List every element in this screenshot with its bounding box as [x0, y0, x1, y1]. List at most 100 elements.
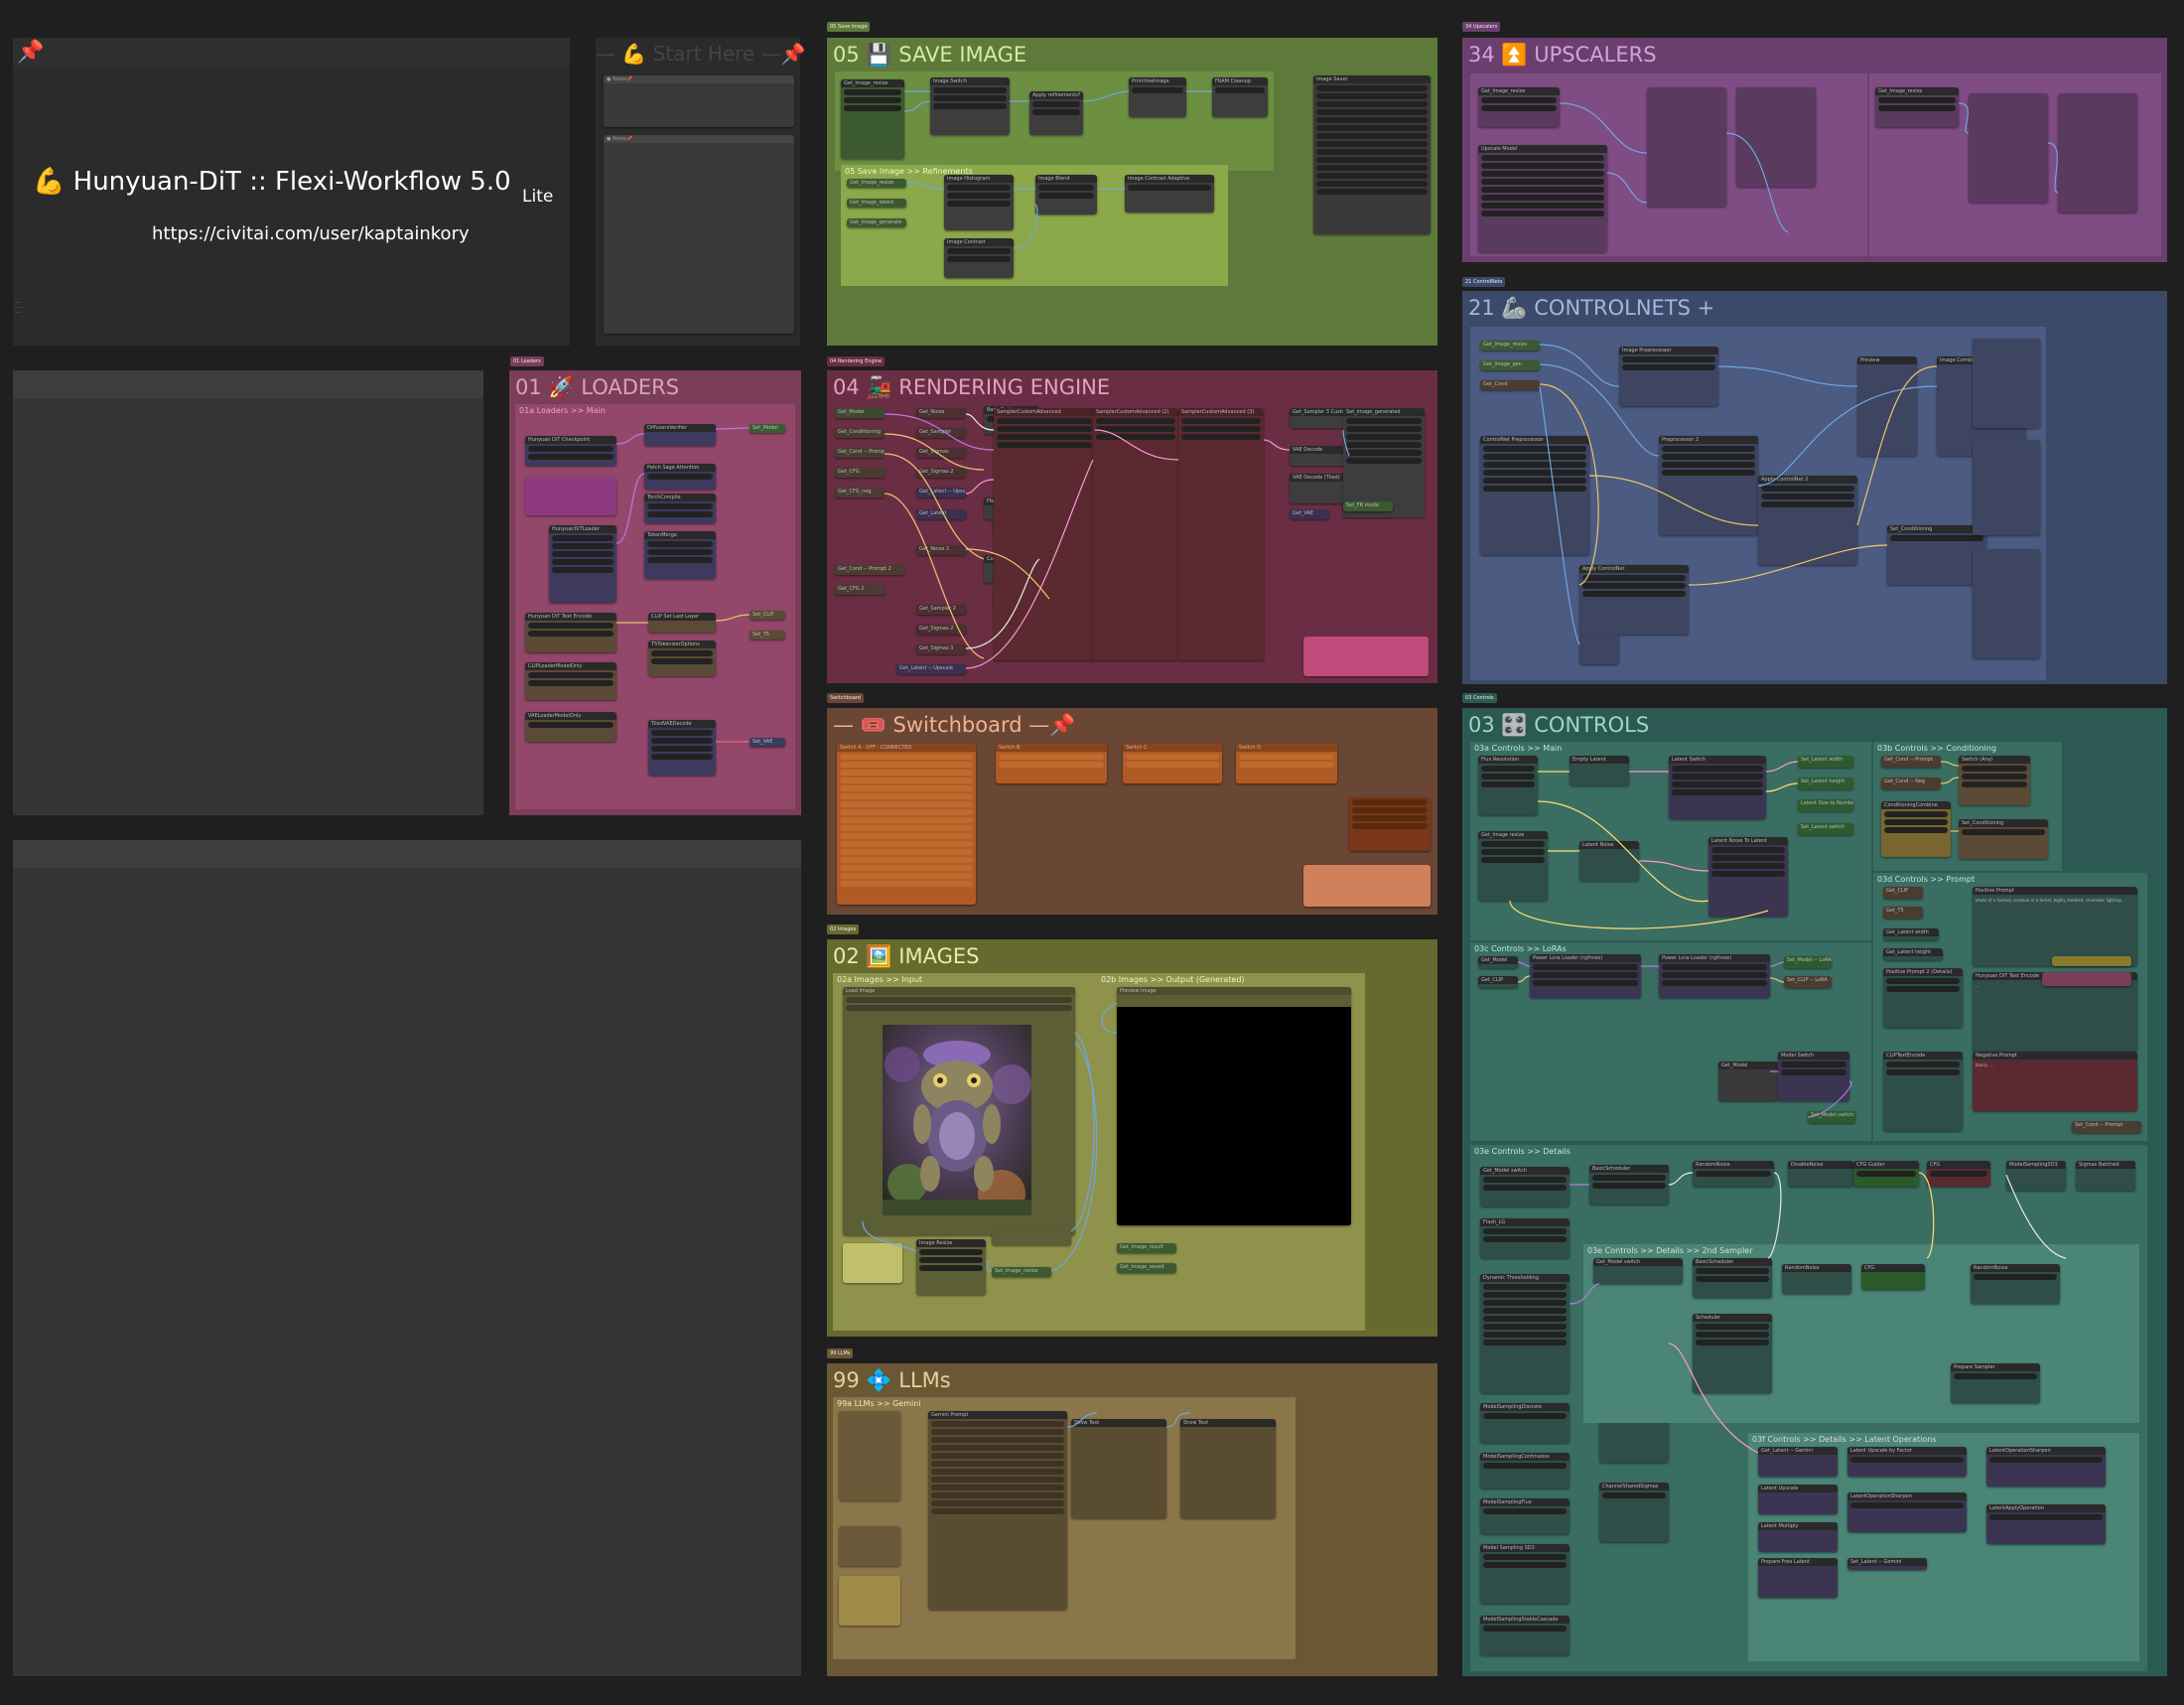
sampler-custom-advanced-2[interactable]: SamplerCustomAdvanced (2) [1093, 408, 1178, 660]
group-loaders[interactable]: 01 🚀 LOADERS 01a Loaders >> Main Hunyuan… [509, 370, 801, 815]
workflow-node[interactable] [839, 1411, 900, 1500]
group-upscalers[interactable]: 34 ⏫ UPSCALERS Get_Image_resize Upscale … [1462, 38, 2167, 262]
workflow-node[interactable] [1973, 549, 2040, 658]
set-t5-node[interactable]: Set_T5 [750, 631, 785, 639]
workflow-node[interactable]: Prepare Free Latent [1758, 1558, 1838, 1598]
workflow-node[interactable]: BasicScheduler [1589, 1165, 1669, 1205]
workflow-node[interactable]: Show Text [1071, 1419, 1166, 1518]
text-encode-node[interactable]: Hunyuan DiT Text Encode [525, 613, 616, 652]
workflow-node[interactable]: CFG Guider [1853, 1161, 1919, 1187]
checkpoint-loader-node[interactable]: Hunyuan DiT Checkpoint [525, 436, 616, 466]
workflow-node[interactable]: VAE Decode (Tiled) [1290, 474, 1349, 503]
workflow-node[interactable]: Image Histogram [944, 175, 1014, 230]
workflow-node[interactable]: VAE Decode [1290, 446, 1349, 466]
workflow-node[interactable]: RandomNoise [1693, 1161, 1774, 1187]
workflow-node[interactable] [1969, 93, 2048, 203]
workflow-node[interactable]: Get_Latent -- Gemini [1758, 1447, 1838, 1477]
workflow-node[interactable]: LatentOperationSharpen [1986, 1447, 2106, 1487]
workflow-node[interactable]: FRAM Cleanup [1212, 77, 1268, 117]
workflow-node[interactable]: Latent Upscale by Factor [1847, 1447, 1967, 1477]
workflow-node[interactable]: Image Blend [1035, 175, 1097, 214]
dtype-node[interactable]: Patch Sage Attention [644, 464, 716, 490]
preview-image-node[interactable]: Preview Image [1117, 987, 1351, 1225]
group-controlnets[interactable]: 21 🦾 CONTROLNETS + Get_Image_resize Get_… [1462, 291, 2167, 684]
workflow-node[interactable]: RandomNoise [1971, 1264, 2060, 1304]
workflow-node[interactable]: Get_CLIP [1478, 976, 1518, 988]
workflow-node[interactable] [843, 1243, 902, 1283]
switch-b-node[interactable]: Switch B [996, 744, 1107, 783]
workflow-node[interactable]: Get_Image_resize [841, 79, 904, 159]
set-clip-node[interactable]: Set_CLIP [750, 611, 785, 620]
workflow-node[interactable]: Sigmas Batched [2076, 1161, 2135, 1191]
group-save-image[interactable]: 05 💾 SAVE IMAGE Get_Image_resize Image S… [827, 38, 1437, 346]
sampler-custom-advanced-3[interactable]: SamplerCustomAdvanced (3) [1178, 408, 1264, 660]
switch-c-node[interactable]: Switch C [1123, 744, 1222, 783]
workflow-node[interactable]: Get_Noise [916, 408, 966, 418]
clip-loader-node[interactable]: CLIPLoaderModelOnly [525, 662, 616, 700]
workflow-node[interactable]: Set_Conditioning [1959, 819, 2048, 859]
gemini-node[interactable]: Gemini Prompt [928, 1411, 1067, 1610]
sampler-custom-advanced-1[interactable]: SamplerCustomAdvanced [994, 408, 1095, 660]
workflow-node[interactable]: Upscale Model [1478, 145, 1607, 252]
workflow-node[interactable]: ChannelSharedSigmas [1599, 1483, 1669, 1542]
workflow-node[interactable]: Get_Image_resize [1875, 87, 1959, 127]
image-saver-node[interactable]: Image Saver [1313, 75, 1431, 234]
load-image-node[interactable]: Load Image [843, 987, 1075, 1235]
group-images[interactable]: 02 🖼️ IMAGES 02a Images >> Input Load Im… [827, 939, 1437, 1337]
workflow-node[interactable]: Get_Image_resize [847, 179, 906, 188]
workflow-node[interactable]: Get_Image_latent [847, 199, 906, 208]
model-sampling-node[interactable]: DiffusersVerifier [644, 424, 716, 446]
clip-last-layer-node[interactable]: CLIP Set Last Layer [648, 613, 716, 633]
workflow-node[interactable]: Latent Size to Number [1798, 799, 1853, 811]
workflow-node[interactable]: Image Contrast Adaptive [1125, 175, 1214, 213]
workflow-node[interactable]: Flash_LG [1480, 1218, 1570, 1258]
workflow-node[interactable]: Preview [1857, 356, 1917, 456]
workflow-node[interactable]: Get_Sigmas [916, 448, 966, 458]
workflow-node[interactable]: Set_Model -- LoRA [1784, 956, 1832, 968]
vae-loader-node[interactable]: VAELoaderModelOnly [525, 712, 616, 742]
workflow-node[interactable]: Get_T5 [1883, 907, 1923, 919]
workflow-node[interactable]: Latent Upscale [1758, 1485, 1838, 1514]
workflow-node[interactable]: Get_Sampler [916, 428, 966, 438]
workflow-node[interactable] [2042, 972, 2131, 986]
switch-d-node[interactable]: Switch D [1236, 744, 1337, 783]
workflow-node[interactable]: ModelSamplingContinuous [1480, 1453, 1570, 1489]
workflow-node[interactable]: Apply ControlNet [1579, 565, 1689, 635]
workflow-node[interactable]: Show Text [1180, 1419, 1276, 1518]
workflow-node[interactable]: Get_CFG [835, 468, 885, 478]
config-node[interactable]: HunyuanDiTLoader [549, 525, 616, 603]
workflow-node[interactable]: Get_Model [835, 408, 885, 418]
workflow-node[interactable]: CFG [1927, 1161, 1990, 1187]
workflow-node[interactable]: Get_Cond -- Prompt [835, 448, 885, 458]
workflow-node[interactable] [1349, 797, 1431, 851]
workflow-node[interactable]: Set_Latent height [1798, 778, 1853, 789]
workflow-node[interactable]: Flux Resolution [1478, 756, 1538, 815]
workflow-node[interactable]: ControlNet Preprocessor [1480, 436, 1589, 555]
workflow-node[interactable]: Get_Cond -- Prompt [1881, 756, 1941, 768]
workflow-node[interactable]: Get_Latent [916, 509, 966, 519]
workflow-node[interactable]: RandomNoise [1782, 1264, 1851, 1294]
workflow-node[interactable]: Get_Latent -- Upscale [896, 664, 966, 674]
workflow-node[interactable]: Set_Latent -- Gemini [1847, 1558, 1927, 1570]
workflow-node[interactable]: Get_Model switch [1480, 1167, 1570, 1207]
workflow-node[interactable]: Power Lora Loader (rgthree) [1659, 954, 1770, 998]
workflow-node[interactable]: Positive Prompt 2 (Details) [1883, 968, 1963, 1028]
set-vae-node[interactable]: Set_VAE [750, 738, 785, 747]
group-switchboard[interactable]: — 🎟️ Switchboard —📌 Switch A · OFF · CON… [827, 708, 1437, 915]
workflow-node[interactable] [1303, 637, 1429, 676]
workflow-node[interactable]: Get_CLIP [1883, 887, 1923, 899]
workflow-node[interactable]: Set_CLIP -- LoRA [1784, 976, 1832, 988]
workflow-node[interactable]: Get_Sampler 3 Custom [1290, 408, 1349, 428]
workflow-node[interactable]: Set_FR mode [1343, 501, 1393, 511]
workflow-node[interactable]: Get_Latent -- Upscale [916, 488, 966, 497]
workflow-node[interactable]: Image Preprocessor [1619, 347, 1718, 406]
workflow-node[interactable]: CLIPTextEncode [1883, 1052, 1963, 1131]
workflow-node[interactable]: Get_Model [1478, 956, 1518, 968]
workflow-node[interactable]: Get_Sampler 2 [916, 605, 966, 615]
workflow-node[interactable]: Get_Image_gen [1480, 360, 1540, 370]
workflow-node[interactable]: Model Switch [1778, 1052, 1849, 1101]
workflow-node[interactable]: Get_Image resize [1478, 831, 1548, 901]
workflow-node[interactable]: ModelSamplingStableCascade [1480, 1616, 1570, 1655]
workflow-node[interactable]: LatentOperationSharpen [1847, 1492, 1967, 1532]
workflow-node[interactable]: Set_Conditioning [1887, 525, 1986, 585]
